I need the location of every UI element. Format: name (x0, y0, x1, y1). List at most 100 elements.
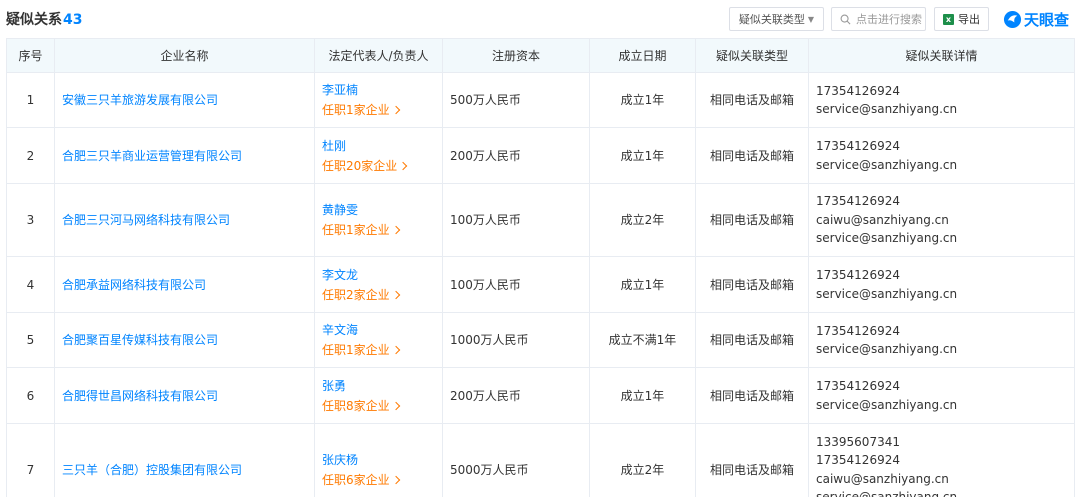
row-index: 2 (6, 127, 55, 184)
representative-cell: 李文龙 任职2家企业 (314, 256, 443, 313)
chevron-right-icon (391, 105, 400, 115)
result-count: 43 (63, 12, 83, 28)
company-name-link[interactable]: 三只羊（合肥）控股集团有限公司 (54, 423, 315, 497)
representative-cell: 张庆杨 任职6家企业 (314, 423, 443, 497)
tianyancha-logo: 天眼查 (1003, 7, 1069, 31)
representative-cell: 黄静雯 任职1家企业 (314, 183, 443, 257)
row-index: 5 (6, 312, 55, 368)
table-row: 3 合肥三只河马网络科技有限公司 黄静雯 任职1家企业 100万人民币 成立2年… (6, 183, 1075, 257)
table-row: 4 合肥承益网络科技有限公司 李文龙 任职2家企业 100万人民币 成立1年 相… (6, 256, 1075, 313)
representative-cell: 李亚楠 任职1家企业 (314, 72, 443, 128)
detail-line: 17354126924 (816, 453, 900, 467)
representative-cell: 张勇 任职8家企业 (314, 367, 443, 424)
representative-cell: 辛文海 任职1家企业 (314, 312, 443, 368)
company-name-link[interactable]: 合肥聚百星传媒科技有限公司 (54, 312, 315, 368)
chevron-right-icon (399, 161, 408, 170)
tenure-text: 任职8家企业 (322, 398, 390, 413)
tenure-text: 任职1家企业 (322, 103, 390, 117)
relation-type-cell: 相同电话及邮箱 (695, 127, 809, 184)
capital-cell: 200万人民币 (442, 367, 590, 424)
founded-cell: 成立1年 (589, 72, 696, 128)
detail-line: service@sanzhiyang.cn (816, 231, 958, 246)
capital-cell: 200万人民币 (442, 127, 590, 184)
chevron-right-icon (391, 290, 400, 299)
relation-type-cell: 相同电话及邮箱 (695, 183, 809, 257)
detail-line: service@sanzhiyang.cn (816, 102, 958, 116)
founded-cell: 成立2年 (589, 183, 696, 257)
export-button[interactable]: x 导出 (934, 7, 989, 31)
search-input[interactable] (856, 12, 924, 26)
relation-details-cell: 17354126924 service@sanzhiyang.cn (808, 256, 1075, 313)
chevron-right-icon (391, 225, 400, 235)
column-header-relation-type: 疑似关联类型 (695, 38, 809, 73)
capital-cell: 500万人民币 (442, 72, 590, 128)
representative-name-link[interactable]: 辛文海 (322, 320, 442, 340)
table-row: 6 合肥得世昌网络科技有限公司 张勇 任职8家企业 200万人民币 成立1年 相… (6, 367, 1075, 424)
detail-line: service@sanzhiyang.cn (816, 397, 958, 412)
representative-name-link[interactable]: 李文龙 (322, 265, 442, 285)
detail-line: 17354126924 (816, 268, 900, 282)
table-row: 2 合肥三只羊商业运营管理有限公司 杜刚 任职20家企业 200万人民币 成立1… (6, 127, 1075, 184)
founded-cell: 成立不满1年 (589, 312, 696, 368)
founded-cell: 成立2年 (589, 423, 696, 497)
detail-line: 13395607341 (816, 434, 900, 449)
column-header-founded: 成立日期 (589, 38, 696, 73)
tenure-link[interactable]: 任职1家企业 (322, 340, 442, 360)
founded-cell: 成立1年 (589, 127, 696, 184)
detail-line: service@sanzhiyang.cn (816, 342, 958, 356)
search-icon (840, 14, 851, 24)
relation-details-cell: 17354126924 service@sanzhiyang.cn (808, 367, 1075, 424)
tenure-link[interactable]: 任职8家企业 (322, 396, 442, 416)
company-name-link[interactable]: 合肥三只羊商业运营管理有限公司 (54, 127, 315, 184)
row-index: 4 (6, 256, 55, 313)
chevron-right-icon (391, 401, 400, 410)
detail-line: 17354126924 (816, 379, 900, 393)
relation-details-cell: 17354126924 service@sanzhiyang.cn (808, 127, 1075, 184)
export-label: 导出 (958, 13, 980, 26)
tenure-link[interactable]: 任职1家企业 (322, 100, 442, 120)
representative-name-link[interactable]: 张勇 (322, 376, 442, 396)
company-name-link[interactable]: 安徽三只羊旅游发展有限公司 (54, 72, 315, 128)
representative-cell: 杜刚 任职20家企业 (314, 127, 443, 184)
tenure-text: 任职2家企业 (322, 287, 390, 302)
company-name-link[interactable]: 合肥得世昌网络科技有限公司 (54, 367, 315, 424)
detail-line: service@sanzhiyang.cn (816, 490, 958, 497)
caret-down-icon: ▼ (807, 14, 815, 24)
founded-cell: 成立1年 (589, 367, 696, 424)
chevron-right-icon (391, 475, 400, 484)
relation-type-filter-label: 疑似关联类型 (738, 13, 805, 26)
column-header-representative: 法定代表人/负责人 (314, 38, 443, 73)
detail-line: 17354126924 (816, 323, 900, 338)
representative-name-link[interactable]: 黄静雯 (322, 200, 442, 220)
relation-type-cell: 相同电话及邮箱 (695, 312, 809, 368)
column-header-index: 序号 (6, 38, 55, 73)
logo-text: 天眼查 (1024, 10, 1070, 29)
tenure-link[interactable]: 任职20家企业 (322, 156, 442, 176)
tenure-link[interactable]: 任职1家企业 (322, 220, 442, 240)
column-header-capital: 注册资本 (442, 38, 590, 73)
detail-line: 17354126924 (816, 83, 900, 98)
relation-details-cell: 17354126924 service@sanzhiyang.cn (808, 312, 1075, 368)
representative-name-link[interactable]: 李亚楠 (322, 80, 442, 100)
search-box[interactable] (831, 7, 926, 31)
table-row: 7 三只羊（合肥）控股集团有限公司 张庆杨 任职6家企业 5000万人民币 成立… (6, 423, 1075, 497)
chevron-right-icon (391, 345, 400, 355)
relation-details-cell: 13395607341 17354126924 caiwu@sanzhiyang… (808, 423, 1075, 497)
capital-cell: 5000万人民币 (442, 423, 590, 497)
table-row: 1 安徽三只羊旅游发展有限公司 李亚楠 任职1家企业 500万人民币 成立1年 … (6, 72, 1075, 128)
relation-type-filter-button[interactable]: 疑似关联类型 ▼ (729, 7, 824, 31)
representative-name-link[interactable]: 杜刚 (322, 136, 442, 156)
table-header-row: 序号 企业名称 法定代表人/负责人 注册资本 成立日期 疑似关联类型 疑似关联详… (6, 38, 1075, 73)
relation-details-cell: 17354126924 caiwu@sanzhiyang.cn service@… (808, 183, 1075, 257)
tenure-link[interactable]: 任职6家企业 (322, 470, 442, 490)
detail-line: 17354126924 (816, 194, 900, 209)
row-index: 1 (6, 72, 55, 128)
relation-type-cell: 相同电话及邮箱 (695, 367, 809, 424)
tenure-link[interactable]: 任职2家企业 (322, 285, 442, 305)
company-name-link[interactable]: 合肥承益网络科技有限公司 (54, 256, 315, 313)
column-header-company: 企业名称 (54, 38, 315, 73)
representative-name-link[interactable]: 张庆杨 (322, 450, 442, 470)
company-name-link[interactable]: 合肥三只河马网络科技有限公司 (54, 183, 315, 257)
tenure-text: 任职1家企业 (322, 223, 390, 237)
capital-cell: 1000万人民币 (442, 312, 590, 368)
